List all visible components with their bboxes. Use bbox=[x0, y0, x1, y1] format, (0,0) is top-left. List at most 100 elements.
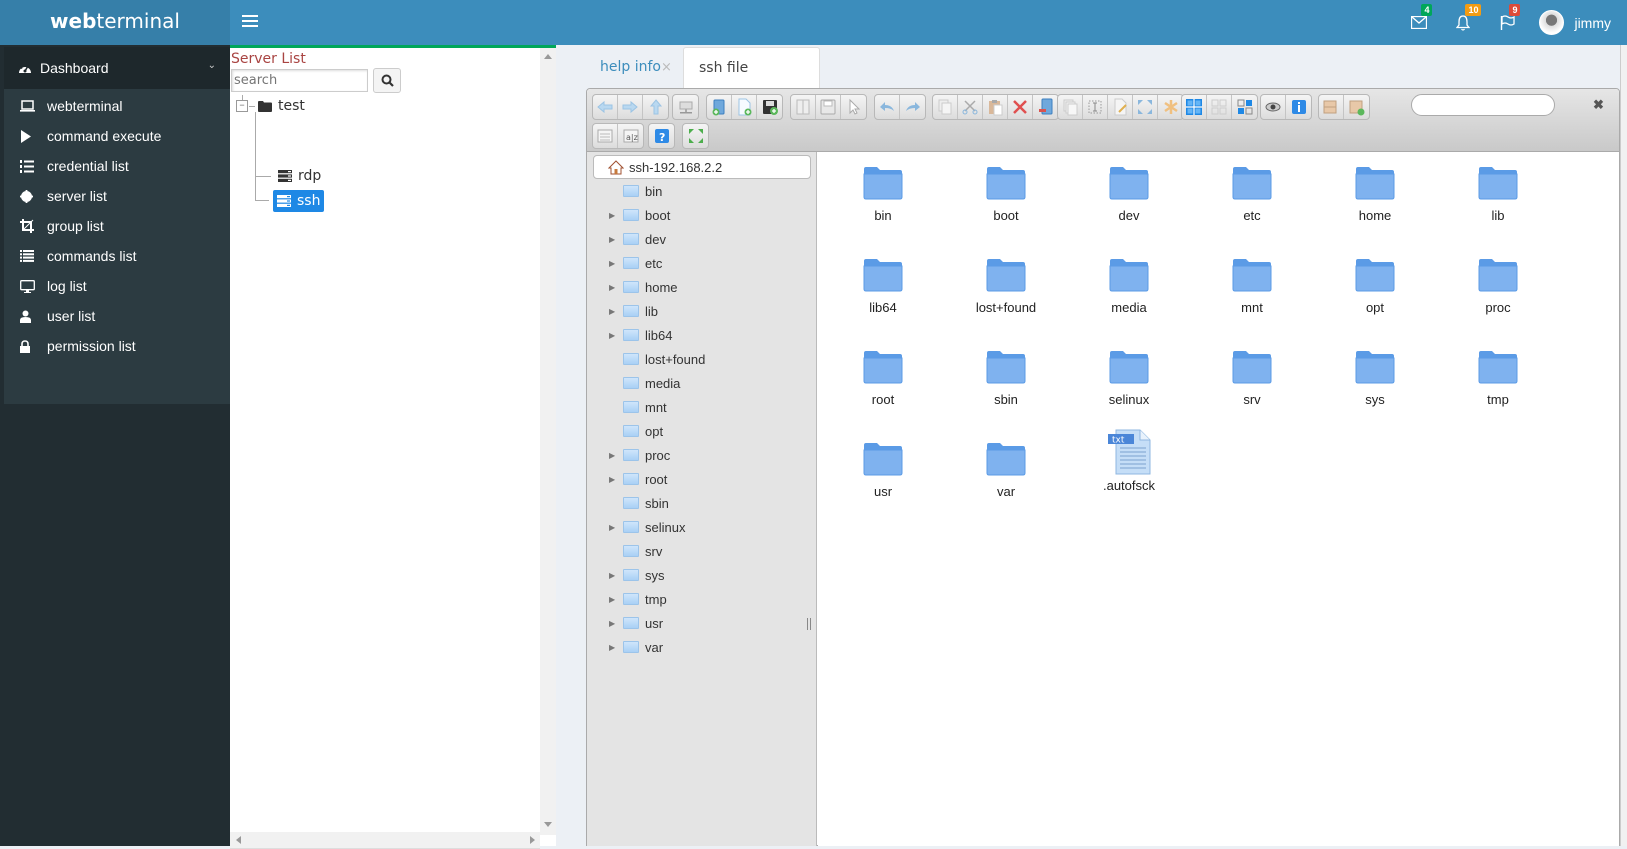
netmount-button[interactable] bbox=[673, 95, 698, 119]
expand-arrow-icon[interactable]: ▶ bbox=[609, 475, 619, 484]
upload-button[interactable] bbox=[757, 95, 782, 119]
tree-node-server-rdp[interactable]: rdp bbox=[278, 166, 321, 186]
sidebar-item-webterminal[interactable]: webterminal bbox=[4, 91, 230, 121]
tree-item[interactable]: mnt bbox=[609, 396, 667, 418]
cut-button[interactable] bbox=[958, 95, 983, 119]
scroll-up-arrow[interactable] bbox=[544, 54, 552, 59]
download-button[interactable] bbox=[816, 95, 841, 119]
open-button[interactable] bbox=[791, 95, 816, 119]
folder-item[interactable]: sys bbox=[1320, 336, 1430, 416]
tree-item[interactable]: opt bbox=[609, 420, 663, 442]
tree-collapse-toggle[interactable]: − bbox=[236, 100, 248, 112]
folder-item[interactable]: tmp bbox=[1443, 336, 1553, 416]
expand-arrow-icon[interactable]: ▶ bbox=[609, 643, 619, 652]
resize-button[interactable] bbox=[1133, 95, 1158, 119]
expand-arrow-icon[interactable]: ▶ bbox=[609, 259, 619, 268]
tree-root-node[interactable]: ssh-192.168.2.2 bbox=[593, 155, 811, 179]
tree-node-group-test[interactable]: test bbox=[258, 96, 305, 116]
folder-item[interactable]: etc bbox=[1197, 152, 1307, 232]
folder-item[interactable]: lib bbox=[1443, 152, 1553, 232]
folder-item[interactable]: proc bbox=[1443, 244, 1553, 324]
folder-item[interactable]: var bbox=[951, 428, 1061, 508]
up-button[interactable] bbox=[643, 95, 668, 119]
tree-item[interactable]: ▶ lib bbox=[609, 300, 658, 322]
view-details-button[interactable] bbox=[593, 124, 618, 148]
fullscreen-button[interactable] bbox=[683, 124, 708, 148]
folder-item[interactable]: lib64 bbox=[828, 244, 938, 324]
quicklook-button[interactable] bbox=[1261, 95, 1286, 119]
sidebar-item-server-list[interactable]: server list bbox=[4, 181, 230, 211]
tree-item[interactable]: ▶ sys bbox=[609, 564, 665, 586]
folder-item[interactable]: media bbox=[1074, 244, 1184, 324]
tree-item[interactable]: media bbox=[609, 372, 680, 394]
messages-button[interactable]: 4 bbox=[1397, 0, 1441, 45]
server-search-input[interactable] bbox=[231, 69, 368, 92]
expand-arrow-icon[interactable]: ▶ bbox=[609, 523, 619, 532]
info-button[interactable] bbox=[1286, 95, 1311, 119]
folder-item[interactable]: mnt bbox=[1197, 244, 1307, 324]
forward-button[interactable] bbox=[618, 95, 643, 119]
paste-button[interactable] bbox=[983, 95, 1008, 119]
expand-arrow-icon[interactable]: ▶ bbox=[609, 235, 619, 244]
server-panel-horizontal-scrollbar[interactable] bbox=[230, 832, 540, 849]
notifications-button[interactable]: 10 bbox=[1441, 0, 1485, 45]
sidebar-item-credential-list[interactable]: credential list bbox=[4, 151, 230, 181]
tree-item[interactable]: ▶ proc bbox=[609, 444, 670, 466]
tree-item[interactable]: ▶ lib64 bbox=[609, 324, 672, 346]
tree-item[interactable]: sbin bbox=[609, 492, 669, 514]
folder-item[interactable]: bin bbox=[828, 152, 938, 232]
sidebar-item-dashboard[interactable]: Dashboard ⌄ bbox=[4, 47, 230, 89]
sidebar-item-user-list[interactable]: user list bbox=[4, 301, 230, 331]
sort-button[interactable]: a|z bbox=[618, 124, 643, 148]
tree-item[interactable]: ▶ usr bbox=[609, 612, 663, 634]
new-file-button[interactable] bbox=[732, 95, 757, 119]
file-item[interactable]: txt .autofsck bbox=[1074, 428, 1184, 508]
rename-button[interactable] bbox=[1083, 95, 1108, 119]
close-tab-icon[interactable]: × bbox=[661, 60, 672, 75]
duplicate-button[interactable] bbox=[1058, 95, 1083, 119]
redo-button[interactable] bbox=[900, 95, 925, 119]
folder-item[interactable]: opt bbox=[1320, 244, 1430, 324]
tasks-button[interactable]: 9 bbox=[1485, 0, 1529, 45]
archive-button[interactable] bbox=[1319, 95, 1344, 119]
folder-item[interactable]: selinux bbox=[1074, 336, 1184, 416]
app-logo[interactable]: webterminal bbox=[0, 0, 230, 45]
tree-item[interactable]: ▶ tmp bbox=[609, 588, 667, 610]
tree-item[interactable]: ▶ selinux bbox=[609, 516, 685, 538]
folder-item[interactable]: lost+found bbox=[951, 244, 1061, 324]
view-list-button[interactable] bbox=[1232, 95, 1257, 119]
tree-item[interactable]: ▶ boot bbox=[609, 204, 670, 226]
folder-item[interactable]: boot bbox=[951, 152, 1061, 232]
hamburger-icon[interactable] bbox=[242, 12, 258, 32]
scroll-right-arrow[interactable] bbox=[530, 836, 535, 844]
back-button[interactable] bbox=[593, 95, 618, 119]
server-panel-vertical-scrollbar[interactable] bbox=[540, 48, 556, 835]
view-small-icons-button[interactable] bbox=[1207, 95, 1232, 119]
sidebar-item-command-execute[interactable]: command execute bbox=[4, 121, 230, 151]
extract-button[interactable] bbox=[1158, 95, 1183, 119]
undo-button[interactable] bbox=[875, 95, 900, 119]
expand-arrow-icon[interactable]: ▶ bbox=[609, 307, 619, 316]
sidebar-item-commands-list[interactable]: commands list bbox=[4, 241, 230, 271]
tree-item[interactable]: ▶ home bbox=[609, 276, 678, 298]
expand-arrow-icon[interactable]: ▶ bbox=[609, 283, 619, 292]
folder-item[interactable]: sbin bbox=[951, 336, 1061, 416]
expand-arrow-icon[interactable]: ▶ bbox=[609, 451, 619, 460]
folder-item[interactable]: dev bbox=[1074, 152, 1184, 232]
tree-item[interactable]: ▶ dev bbox=[609, 228, 666, 250]
scroll-left-arrow[interactable] bbox=[236, 836, 241, 844]
folder-item[interactable]: root bbox=[828, 336, 938, 416]
sidebar-item-permission-list[interactable]: permission list bbox=[4, 331, 230, 361]
expand-arrow-icon[interactable]: ▶ bbox=[609, 331, 619, 340]
view-icons-button[interactable] bbox=[1182, 95, 1207, 119]
edit-button[interactable] bbox=[1108, 95, 1133, 119]
folder-item[interactable]: srv bbox=[1197, 336, 1307, 416]
file-search-input[interactable] bbox=[1411, 94, 1555, 116]
tree-item[interactable]: ▶ var bbox=[609, 636, 663, 658]
pane-splitter-handle[interactable] bbox=[807, 618, 811, 630]
tab-help-info[interactable]: help info× bbox=[600, 47, 672, 89]
close-file-manager-icon[interactable]: ✖ bbox=[1593, 97, 1604, 113]
expand-arrow-icon[interactable]: ▶ bbox=[609, 211, 619, 220]
tree-item[interactable]: ▶ root bbox=[609, 468, 667, 490]
folder-item[interactable]: usr bbox=[828, 428, 938, 508]
